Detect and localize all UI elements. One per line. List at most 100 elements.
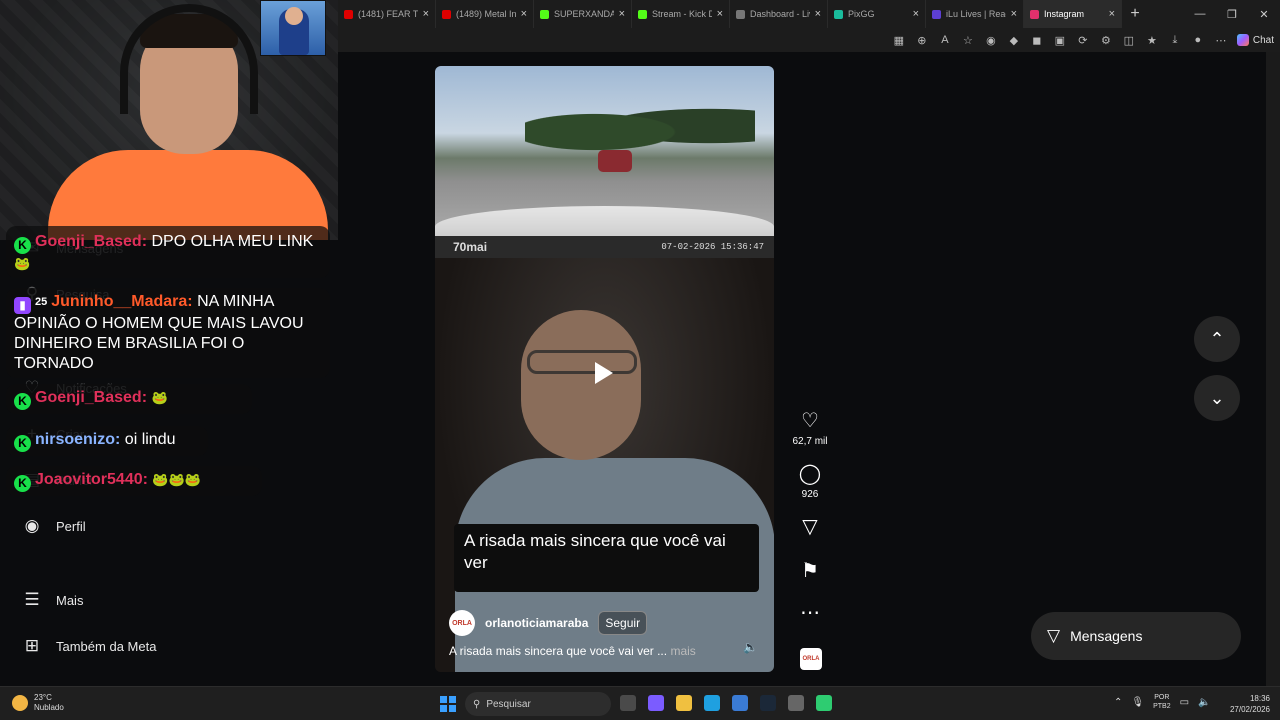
extension-icon[interactable]: ◆: [1007, 34, 1021, 47]
maximize-icon[interactable]: ❐: [1216, 8, 1248, 21]
taskbar-search[interactable]: ⚲ Pesquisar: [465, 692, 611, 716]
more-icon[interactable]: ⋯: [1214, 34, 1228, 47]
comment-count: 926: [801, 489, 819, 500]
copilot-icon[interactable]: [648, 695, 664, 711]
windows-start-icon[interactable]: [440, 696, 456, 712]
tab-title: SUPERXANDAO S: [554, 9, 614, 19]
follow-button[interactable]: Seguir: [598, 611, 648, 635]
comment-button[interactable]: ◯ 926: [790, 463, 830, 500]
tab-strip: (1481) FEAR THE×(1489) Metal Ins×SUPERXA…: [338, 0, 1280, 28]
settings-icon[interactable]: [788, 695, 804, 711]
new-tab-button[interactable]: +: [1122, 5, 1148, 23]
microphone-icon[interactable]: 🎙: [1131, 697, 1144, 708]
window-controls: — ❐ ✕: [1184, 8, 1280, 21]
extensions-icon[interactable]: ⚙: [1099, 34, 1113, 47]
browser-tab[interactable]: Dashboard - Live ×: [730, 0, 828, 28]
browser-tab[interactable]: Instagram ×: [1024, 0, 1122, 28]
bookmark-icon: ⚑: [801, 560, 819, 582]
zoom-icon[interactable]: ⊕: [915, 34, 929, 47]
share-button[interactable]: ▽: [790, 516, 830, 538]
play-icon[interactable]: [595, 362, 613, 384]
browser-tab[interactable]: (1481) FEAR THE ×: [338, 0, 436, 28]
more-options-button[interactable]: ⋯: [790, 602, 830, 624]
window-edge: [1266, 52, 1280, 686]
chat-message: K Goenji_Based: DPO OLHA MEU LINK 🐸: [6, 226, 330, 278]
sidebar-item[interactable]: ⊞ Também da Meta: [22, 636, 157, 656]
tab-title: (1481) FEAR THE: [358, 9, 418, 19]
store-icon[interactable]: [732, 695, 748, 711]
tab-title: PixGG: [848, 9, 875, 19]
dashcam-bar: 70mai 07-02-2026 15:36:47: [435, 236, 774, 258]
chevron-up-icon[interactable]: ⌃: [1114, 697, 1122, 708]
tab-title: (1489) Metal Ins: [456, 9, 516, 19]
chevron-up-icon: ⌃: [1209, 328, 1225, 349]
chat-label: Chat: [1252, 34, 1274, 46]
sidebar-item[interactable]: ◉ Perfil: [22, 516, 86, 536]
heart-icon: ♡: [801, 410, 819, 432]
author-avatar[interactable]: ORLA: [449, 610, 475, 636]
more-link[interactable]: mais: [670, 644, 695, 658]
close-tab-icon[interactable]: ×: [1109, 8, 1115, 20]
obs-icon[interactable]: [816, 695, 832, 711]
pinned-apps: [620, 695, 832, 711]
close-tab-icon[interactable]: ×: [815, 8, 821, 20]
pix-icon: [834, 9, 843, 19]
extension-icon[interactable]: ◼: [1030, 34, 1044, 47]
browser-tab[interactable]: SUPERXANDAO S ×: [534, 0, 632, 28]
author-name[interactable]: orlanoticiamaraba: [485, 616, 588, 630]
reel-description: A risada mais sincera que você vai ver .…: [449, 644, 696, 658]
browser-tab[interactable]: (1489) Metal Ins ×: [436, 0, 534, 28]
red-car: [598, 150, 632, 172]
save-button[interactable]: ⚑: [790, 560, 830, 582]
language-indicator[interactable]: POR PTB2: [1153, 693, 1171, 711]
browser-tab[interactable]: Stream - Kick Da ×: [632, 0, 730, 28]
previous-reel-button[interactable]: ⌃: [1194, 316, 1240, 362]
close-tab-icon[interactable]: ×: [717, 8, 723, 20]
twitch-badge-icon: ▮: [14, 297, 31, 314]
menu-icon: ☰: [24, 590, 40, 609]
clock[interactable]: 18:36 27/02/2026: [1220, 693, 1270, 715]
task-view-icon[interactable]: [620, 695, 636, 711]
profile-icon[interactable]: ●: [1191, 34, 1205, 46]
browser-tab[interactable]: iLu Lives | React ×: [926, 0, 1024, 28]
sidebar-item[interactable]: ☰ Mais: [22, 590, 83, 610]
send-icon: ▽: [802, 516, 818, 538]
extension-icon[interactable]: ◉: [984, 34, 998, 47]
close-tab-icon[interactable]: ×: [619, 8, 625, 20]
minimize-icon[interactable]: —: [1184, 8, 1216, 21]
copilot-chat-button[interactable]: Chat: [1236, 34, 1274, 46]
edge-icon[interactable]: [704, 695, 720, 711]
favorite-star-icon[interactable]: ☆: [961, 34, 975, 47]
network-icon[interactable]: ▭: [1180, 697, 1189, 708]
favorites-icon[interactable]: ★: [1145, 34, 1159, 47]
read-aloud-icon[interactable]: A: [938, 34, 952, 46]
steam-icon[interactable]: [760, 695, 776, 711]
close-tab-icon[interactable]: ×: [521, 8, 527, 20]
chat-username: Goenji_Based:: [35, 233, 148, 250]
download-icon[interactable]: ⤓: [1168, 34, 1182, 47]
close-tab-icon[interactable]: ×: [423, 8, 429, 20]
close-tab-icon[interactable]: ×: [1011, 8, 1017, 20]
sidebar-item-label: Perfil: [56, 518, 86, 534]
volume-icon[interactable]: 🔈: [743, 640, 758, 654]
emote-icon: 🐸🐸🐸: [152, 472, 201, 487]
close-window-icon[interactable]: ✕: [1248, 8, 1280, 21]
app-available-icon[interactable]: ▦: [892, 34, 906, 47]
extension-icon[interactable]: ▣: [1053, 34, 1067, 47]
file-explorer-icon[interactable]: [676, 695, 692, 711]
audio-avatar[interactable]: ORLA: [800, 648, 822, 670]
reel-video[interactable]: 70mai 07-02-2026 15:36:47 A risada mais …: [435, 66, 774, 672]
browser-tab[interactable]: PixGG ×: [828, 0, 926, 28]
man-face: [521, 310, 641, 460]
kick-icon: [638, 9, 647, 19]
volume-icon[interactable]: 🔈: [1198, 697, 1210, 708]
time: 18:36: [1249, 694, 1270, 703]
messages-button[interactable]: ▽ Mensagens: [1031, 612, 1241, 660]
weather-widget[interactable]: 23°C Nublado: [12, 693, 64, 713]
refresh-icon[interactable]: ⟳: [1076, 34, 1090, 47]
next-reel-button[interactable]: ⌄: [1194, 375, 1240, 421]
like-button[interactable]: ♡ 62,7 mil: [790, 410, 830, 447]
split-screen-icon[interactable]: ◫: [1122, 34, 1136, 47]
tab-title: iLu Lives | React: [946, 9, 1006, 19]
close-tab-icon[interactable]: ×: [913, 8, 919, 20]
